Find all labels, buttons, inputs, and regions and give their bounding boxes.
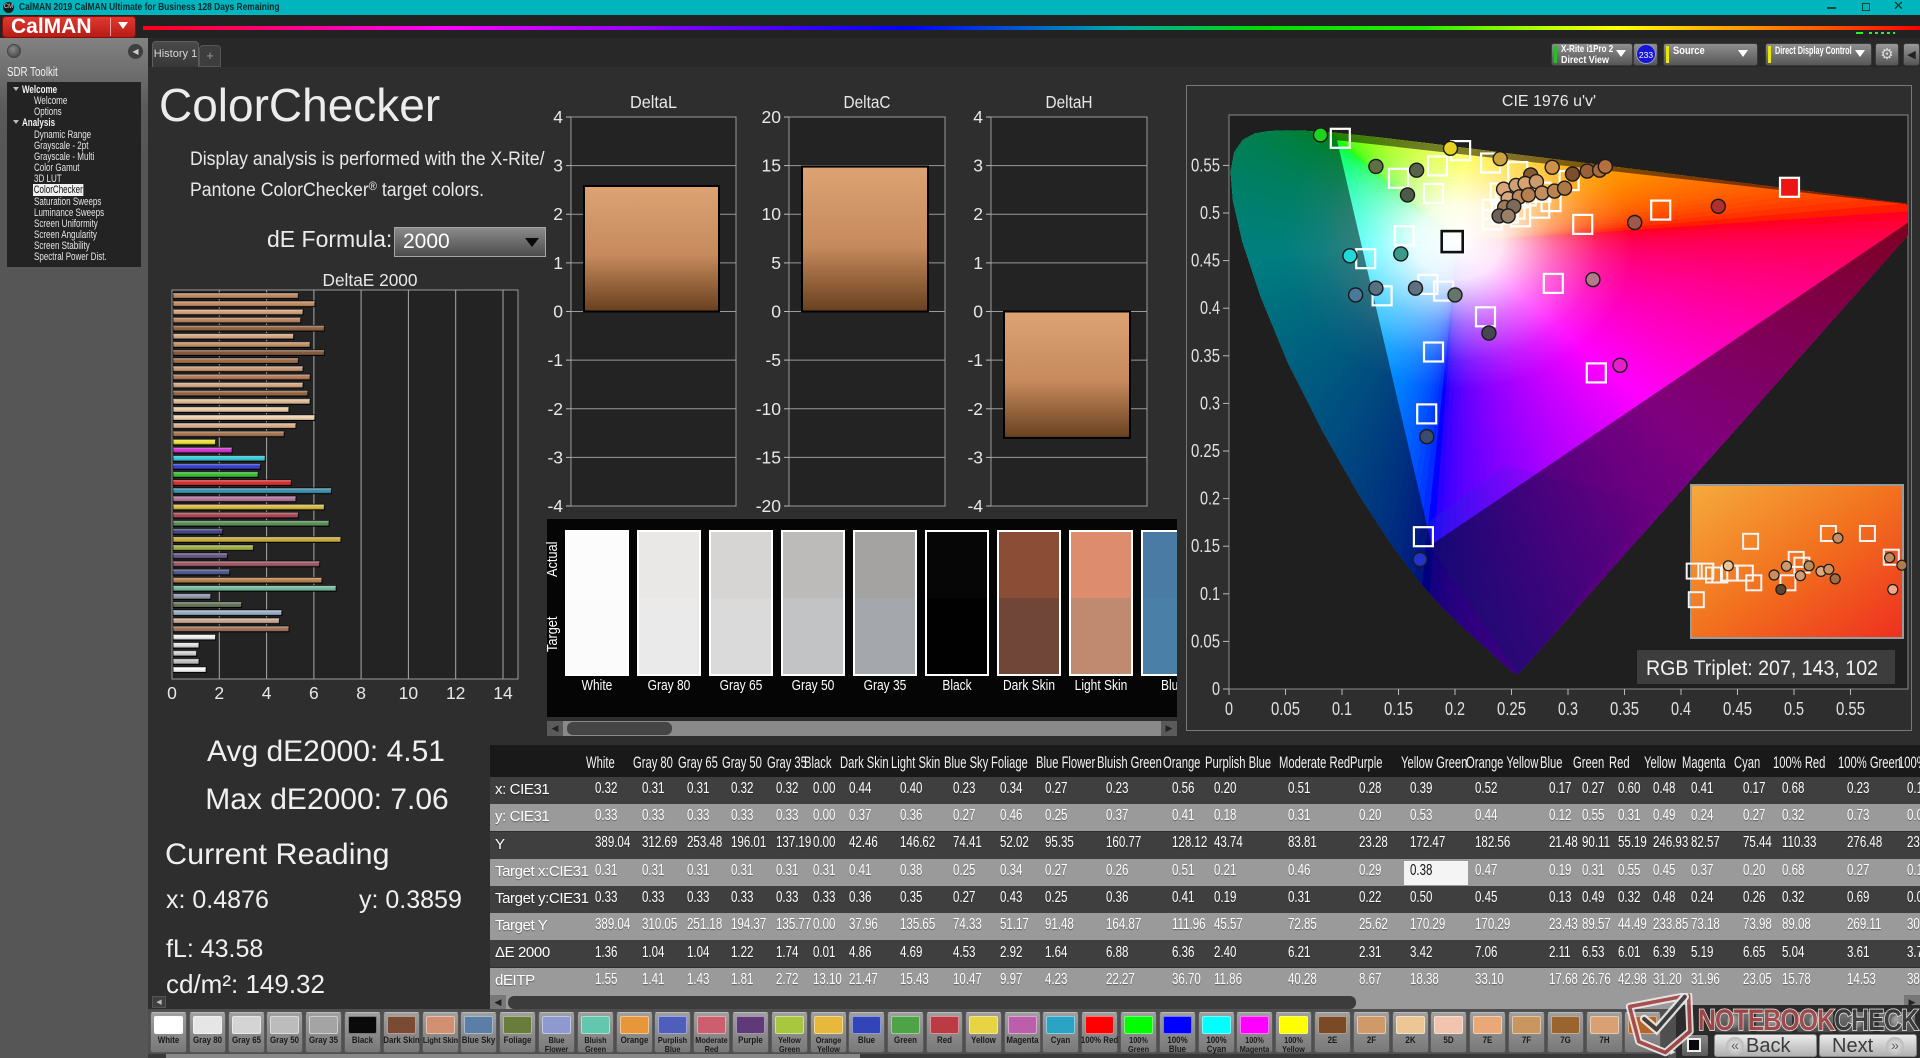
svg-text:0.35: 0.35 (1191, 346, 1220, 366)
svg-text:0: 0 (1212, 679, 1220, 699)
svg-text:0.2: 0.2 (1445, 699, 1465, 719)
svg-text:12: 12 (446, 683, 465, 703)
svg-text:3: 3 (553, 156, 563, 176)
svg-text:DeltaH: DeltaH (1046, 92, 1093, 112)
svg-text:-10: -10 (756, 399, 782, 419)
svg-text:2: 2 (214, 683, 224, 703)
svg-text:1: 1 (973, 253, 983, 273)
svg-text:RGB Triplet: 207, 143, 102: RGB Triplet: 207, 143, 102 (1646, 657, 1878, 680)
svg-text:NOTEBOOKCHECK: NOTEBOOKCHECK (1698, 1004, 1919, 1037)
svg-text:0.5: 0.5 (1200, 203, 1220, 223)
svg-text:0: 0 (973, 302, 983, 322)
svg-text:DeltaC: DeltaC (844, 92, 891, 112)
svg-text:0.1: 0.1 (1332, 699, 1352, 719)
svg-text:-2: -2 (967, 399, 983, 419)
svg-text:8: 8 (356, 683, 366, 703)
svg-text:0.45: 0.45 (1723, 699, 1752, 719)
svg-text:-5: -5 (765, 350, 781, 370)
svg-text:DeltaL: DeltaL (630, 92, 677, 112)
svg-text:0.35: 0.35 (1610, 699, 1639, 719)
svg-text:2: 2 (553, 204, 563, 224)
svg-text:-15: -15 (756, 447, 781, 467)
svg-text:1: 1 (553, 253, 563, 273)
svg-text:0.25: 0.25 (1497, 699, 1526, 719)
svg-text:10: 10 (399, 683, 419, 703)
svg-text:0.05: 0.05 (1191, 631, 1220, 651)
svg-text:0: 0 (167, 683, 177, 703)
svg-text:4: 4 (973, 107, 983, 127)
svg-text:-4: -4 (547, 496, 563, 516)
svg-text:15: 15 (762, 156, 781, 176)
svg-text:6: 6 (309, 683, 319, 703)
svg-text:3: 3 (973, 156, 983, 176)
svg-text:0.4: 0.4 (1671, 699, 1691, 719)
svg-text:0.25: 0.25 (1191, 441, 1220, 461)
svg-text:0.1: 0.1 (1200, 584, 1220, 604)
svg-text:2: 2 (973, 204, 983, 224)
svg-text:5: 5 (771, 253, 781, 273)
svg-text:0.3: 0.3 (1558, 699, 1578, 719)
svg-text:0.4: 0.4 (1200, 298, 1220, 318)
svg-text:-20: -20 (756, 496, 782, 516)
svg-text:0.55: 0.55 (1191, 155, 1220, 175)
svg-text:20: 20 (762, 107, 782, 127)
svg-text:4: 4 (553, 107, 563, 127)
svg-text:-1: -1 (967, 350, 983, 370)
svg-text:-3: -3 (967, 447, 983, 467)
svg-text:-4: -4 (967, 496, 983, 516)
svg-text:DeltaE 2000: DeltaE 2000 (323, 272, 418, 290)
svg-text:0.5: 0.5 (1784, 699, 1804, 719)
svg-text:0.05: 0.05 (1271, 699, 1300, 719)
svg-text:10: 10 (762, 204, 782, 224)
svg-text:0.3: 0.3 (1200, 393, 1220, 413)
svg-text:14: 14 (493, 683, 513, 703)
svg-text:CIE 1976 u'v': CIE 1976 u'v' (1502, 93, 1596, 110)
svg-text:-3: -3 (547, 447, 563, 467)
svg-text:0.45: 0.45 (1191, 251, 1220, 271)
svg-text:0: 0 (771, 302, 781, 322)
svg-text:0.2: 0.2 (1200, 489, 1220, 509)
svg-text:-2: -2 (547, 399, 563, 419)
svg-text:-1: -1 (547, 350, 563, 370)
svg-text:0.15: 0.15 (1191, 536, 1220, 556)
svg-text:0: 0 (1225, 699, 1233, 719)
svg-text:0.15: 0.15 (1384, 699, 1413, 719)
svg-text:0: 0 (553, 302, 563, 322)
svg-text:4: 4 (262, 683, 272, 703)
svg-text:0.55: 0.55 (1836, 699, 1865, 719)
